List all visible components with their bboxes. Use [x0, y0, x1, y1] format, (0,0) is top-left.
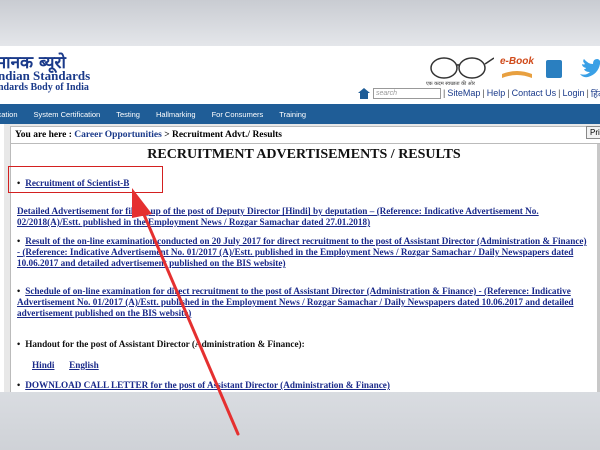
twitter-icon[interactable] [578, 58, 600, 80]
home-icon[interactable] [358, 87, 370, 99]
sitemap-link[interactable]: SiteMap [447, 88, 480, 98]
nav-item-for-consumers[interactable]: For Consumers [204, 110, 272, 119]
nav-item-system-certification[interactable]: System Certification [26, 110, 109, 119]
handout-english-link[interactable]: English [69, 360, 99, 370]
separator: | [507, 88, 510, 98]
separator: | [443, 88, 446, 98]
list-item: • Schedule of on-line examination for dir… [17, 286, 574, 318]
bottom-blurred-area [0, 392, 600, 450]
header-toolbar: search | SiteMap | Help | Contact Us | L… [358, 86, 600, 100]
separator: | [482, 88, 485, 98]
page-title: RECRUITMENT ADVERTISEMENTS / RESULTS [147, 147, 461, 162]
highlight-box [8, 166, 163, 193]
login-link[interactable]: Login [562, 88, 584, 98]
download-call-letter-link[interactable]: DOWNLOAD CALL LETTER for the post of Ass… [25, 380, 390, 390]
breadcrumb-prefix: You are here : [15, 130, 72, 140]
print-button[interactable]: Prin [586, 126, 600, 139]
nav-item-hallmarking[interactable]: Hallmarking [148, 110, 204, 119]
breadcrumb: You are here : Career Opportunities > Re… [10, 126, 600, 144]
separator: | [586, 88, 589, 98]
top-blurred-area [0, 0, 600, 46]
list-item: Detailed Advertisement for filling up of… [17, 206, 577, 228]
list-item: • Result of the on-line examination condu… [17, 236, 587, 268]
exam-schedule-link[interactable]: Schedule of on-line examination for dire… [17, 286, 574, 318]
breadcrumb-current: > Recruitment Advt./ Results [164, 130, 283, 140]
nav-item-product-certification[interactable]: tification [0, 110, 26, 119]
nav-item-training[interactable]: Training [271, 110, 314, 119]
help-link[interactable]: Help [487, 88, 506, 98]
separator: | [558, 88, 561, 98]
nav-item-testing[interactable]: Testing [108, 110, 148, 119]
ebook-label[interactable]: e-Book [500, 56, 534, 67]
ad-admin-finance-result-link[interactable]: Result of the on-line examination conduc… [17, 236, 587, 268]
swachh-bharat-glasses-icon[interactable] [428, 54, 494, 82]
browser-page: मानक ब्यूरो ndian Standards ndards Body … [0, 46, 600, 392]
list-item: • Handout for the post of Assistant Direc… [17, 339, 305, 349]
main-nav: tification System Certification Testing … [0, 104, 600, 124]
handout-hindi-link[interactable]: Hindi [32, 360, 54, 370]
breadcrumb-career-link[interactable]: Career Opportunities [74, 130, 162, 140]
hindi-version-link[interactable]: हिंदी संस्क [591, 87, 600, 100]
deputy-director-hindi-link[interactable]: Detailed Advertisement for filling up of… [17, 206, 539, 227]
contact-us-link[interactable]: Contact Us [512, 88, 557, 98]
content-frame: You are here : Career Opportunities > Re… [4, 124, 600, 392]
logo-tagline: ndards Body of India [0, 82, 89, 93]
search-input[interactable]: search [373, 87, 441, 99]
list-item: • DOWNLOAD CALL LETTER for the post of As… [17, 380, 390, 390]
language-links: Hindi English [32, 360, 99, 371]
handout-label: Handout for the post of Assistant Direct… [25, 339, 305, 349]
mobile-app-icon[interactable] [546, 60, 562, 78]
site-header: मानक ब्यूरो ndian Standards ndards Body … [0, 46, 600, 104]
